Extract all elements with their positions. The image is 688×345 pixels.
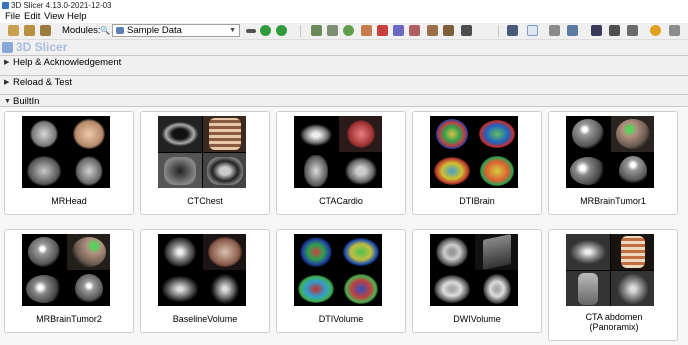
navigation-icon[interactable] [567,25,578,36]
window-title: 3D Slicer 4.13.0-2021-12-03 [11,1,112,10]
sample-data-icon [116,27,124,34]
layout-icon[interactable] [507,25,518,36]
mrhead-thumbnail [22,116,110,188]
dataset-name: DTIVolume [318,314,364,324]
transforms-module-icon[interactable] [361,25,372,36]
menu-file[interactable]: File [5,11,20,23]
mouse-mode-icon[interactable] [527,25,538,36]
dataset-name: MRHead [51,196,87,206]
dataset-cta-abdomen-button[interactable]: CTA abdomen (Panoramix) [548,229,678,341]
data-module-icon[interactable] [311,25,322,36]
ctchest-thumbnail [158,116,246,188]
screenshot-icon[interactable] [591,25,602,36]
dataset-ctacardio-button[interactable]: CTACardio [276,111,406,215]
models-module-icon[interactable] [343,25,354,36]
mrbraintumor2-thumbnail [22,234,110,306]
app-logo-text: 3D Slicer [16,40,68,54]
module-panel-header: 3D Slicer [0,40,688,54]
dataset-name: DTIBrain [459,196,495,206]
view-module-icon[interactable] [461,25,472,36]
dataset-mrbraintumor2-button[interactable]: MRBrainTumor2 [4,229,134,333]
dataset-baselinevolume-button[interactable]: BaselineVolume [140,229,270,333]
module-list-icon[interactable] [246,29,256,33]
toolbar-separator [498,25,499,37]
settings-icon[interactable] [669,25,680,36]
dataset-ctchest-button[interactable]: CTChest [140,111,270,215]
window-titlebar: 3D Slicer 4.13.0-2021-12-03 [0,0,688,11]
dataset-name: BaselineVolume [172,314,238,324]
module-search-icon[interactable]: 🔍 [100,27,110,35]
menu-edit[interactable]: Edit [24,11,40,23]
dataset-name: CTACardio [319,196,363,206]
menu-bar: File Edit View Help [0,11,688,23]
dicom-icon[interactable] [24,25,35,36]
load-data-icon[interactable] [8,25,19,36]
help-acknowledgement-section[interactable]: ▶ Help & Acknowledgement [0,55,688,69]
toolbar-separator [300,25,301,37]
help-section-label: Help & Acknowledgement [13,57,122,68]
chevron-right-icon: ▶ [4,59,10,66]
main-toolbar: Modules: 🔍 Sample Data ▼ [0,23,688,40]
crosshair-icon[interactable] [650,25,661,36]
module-selector[interactable]: Sample Data ▼ [112,24,240,37]
dtibrain-thumbnail [430,116,518,188]
module-selector-value: Sample Data [127,25,182,36]
dataset-name: DWIVolume [453,314,501,324]
reload-test-section[interactable]: ▶ Reload & Test [0,75,688,89]
dataset-dwivolume-button[interactable]: DWIVolume [412,229,542,333]
ctacardio-thumbnail [294,116,382,188]
dwivolume-thumbnail [430,234,518,306]
markups-module-icon[interactable] [377,25,388,36]
slicer-app-icon [2,2,9,9]
dataset-name: CTA abdomen (Panoramix) [585,312,643,332]
history-back-icon[interactable] [260,25,271,36]
mrbraintumor1-thumbnail [566,116,654,188]
baselinevolume-thumbnail [158,234,246,306]
extensions-icon[interactable] [409,25,420,36]
capture-icon[interactable] [609,25,620,36]
save-icon[interactable] [40,25,51,36]
sample-data-grid: MRHead CTChest CTACardio DTIBrain MRBrai… [0,106,688,345]
record-icon[interactable] [627,25,638,36]
dataset-mrbraintumor1-button[interactable]: MRBrainTumor1 [548,111,678,215]
dataset-mrhead-button[interactable]: MRHead [4,111,134,215]
dataset-dtibrain-button[interactable]: DTIBrain [412,111,542,215]
dtivolume-thumbnail [294,234,382,306]
dataset-dtivolume-button[interactable]: DTIVolume [276,229,406,333]
volumes-module-icon[interactable] [327,25,338,36]
segment-editor-icon[interactable] [393,25,404,36]
dataset-name: MRBrainTumor1 [580,196,646,206]
cta-abdomen-thumbnail [566,234,654,306]
chevron-down-icon: ▼ [229,27,236,34]
dataset-name: CTChest [187,196,223,206]
menu-view[interactable]: View [44,11,64,23]
python-icon[interactable] [427,25,438,36]
history-forward-icon[interactable] [276,25,287,36]
dataset-name: MRBrainTumor2 [36,314,102,324]
reload-section-label: Reload & Test [13,77,72,88]
chevron-right-icon: ▶ [4,79,10,86]
slicer-logo-icon [2,42,13,53]
scripted-module-icon[interactable] [443,25,454,36]
modules-label: Modules: [62,25,101,36]
place-point-icon[interactable] [549,25,560,36]
menu-help[interactable]: Help [67,11,87,23]
